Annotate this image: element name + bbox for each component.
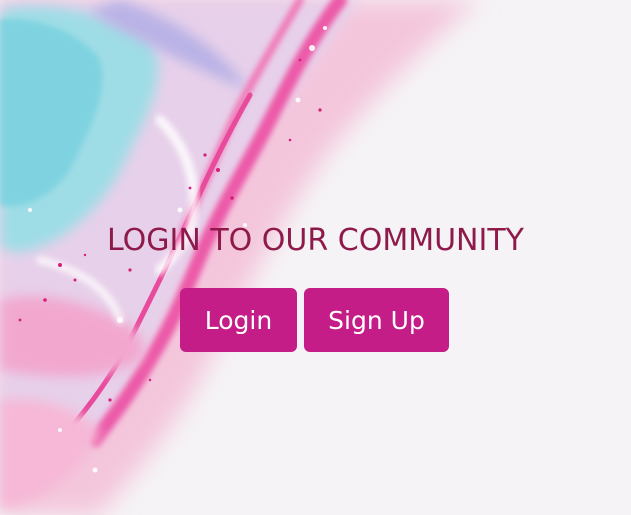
login-landing-page: LOGIN TO OUR COMMUNITY Login Sign Up bbox=[0, 0, 631, 515]
login-button[interactable]: Login bbox=[180, 288, 297, 352]
page-title: LOGIN TO OUR COMMUNITY bbox=[107, 223, 524, 258]
auth-button-group: Login Sign Up bbox=[180, 288, 449, 352]
main-content: LOGIN TO OUR COMMUNITY Login Sign Up bbox=[0, 0, 631, 515]
sign-up-button[interactable]: Sign Up bbox=[304, 288, 449, 352]
